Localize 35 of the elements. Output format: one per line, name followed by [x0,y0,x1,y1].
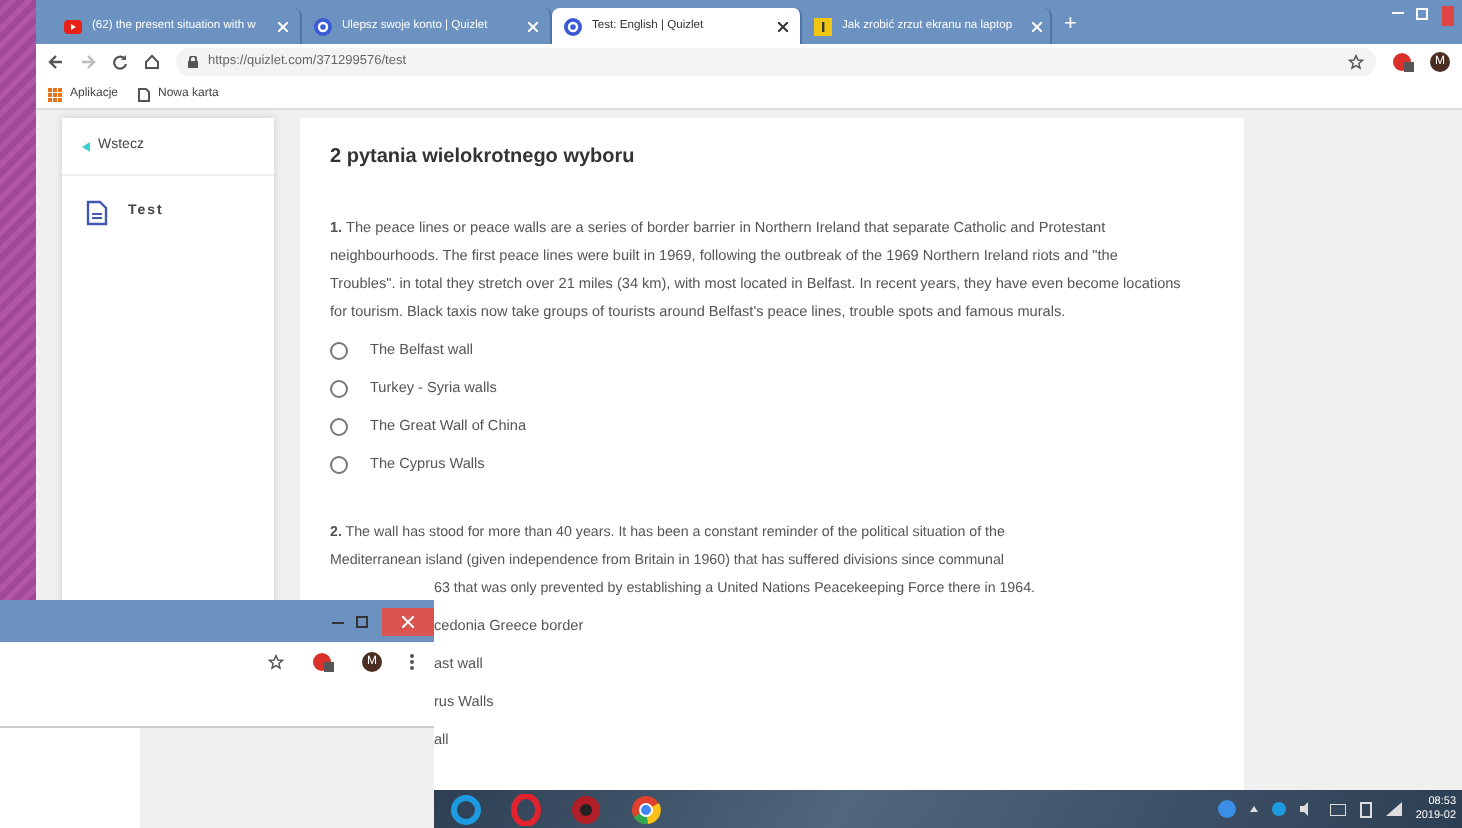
document-icon [86,200,108,226]
close-button[interactable] [382,607,434,635]
q-logo-icon [314,17,332,35]
lock-icon [188,56,198,68]
signal-icon[interactable] [1385,802,1402,816]
close-icon[interactable] [778,21,788,31]
close-icon [402,615,414,627]
video-icon [64,19,82,33]
extension-icon[interactable] [1392,52,1414,72]
home-icon[interactable] [144,54,160,70]
chrome-icon[interactable] [630,793,662,825]
app-icon[interactable] [1271,802,1286,816]
caret-icon[interactable] [1249,806,1258,812]
page-icon [138,87,151,101]
back-arrow-icon[interactable] [48,54,64,70]
radio-button[interactable] [330,417,348,435]
caret-icon [82,141,90,151]
minimize-icon[interactable] [1392,6,1404,18]
maximize-icon[interactable] [356,614,370,628]
radio-button[interactable] [330,379,348,397]
keyboard-icon[interactable] [1329,803,1346,815]
radio-button[interactable] [330,341,348,359]
apps-grid-icon [48,87,62,101]
quiz-heading: 2 pytania wielokrotnego wyboru [330,144,637,172]
app-icon[interactable] [450,793,482,825]
star-icon[interactable] [1348,54,1364,70]
app-icon[interactable] [570,793,602,825]
extension-icon[interactable] [312,652,334,672]
battery-icon[interactable] [1359,801,1372,817]
reload-icon[interactable] [112,54,128,70]
note-icon [814,17,832,35]
radio-button[interactable] [330,455,348,473]
help-icon[interactable] [1217,800,1236,818]
q-logo-icon [564,17,582,35]
star-icon[interactable] [268,654,284,670]
